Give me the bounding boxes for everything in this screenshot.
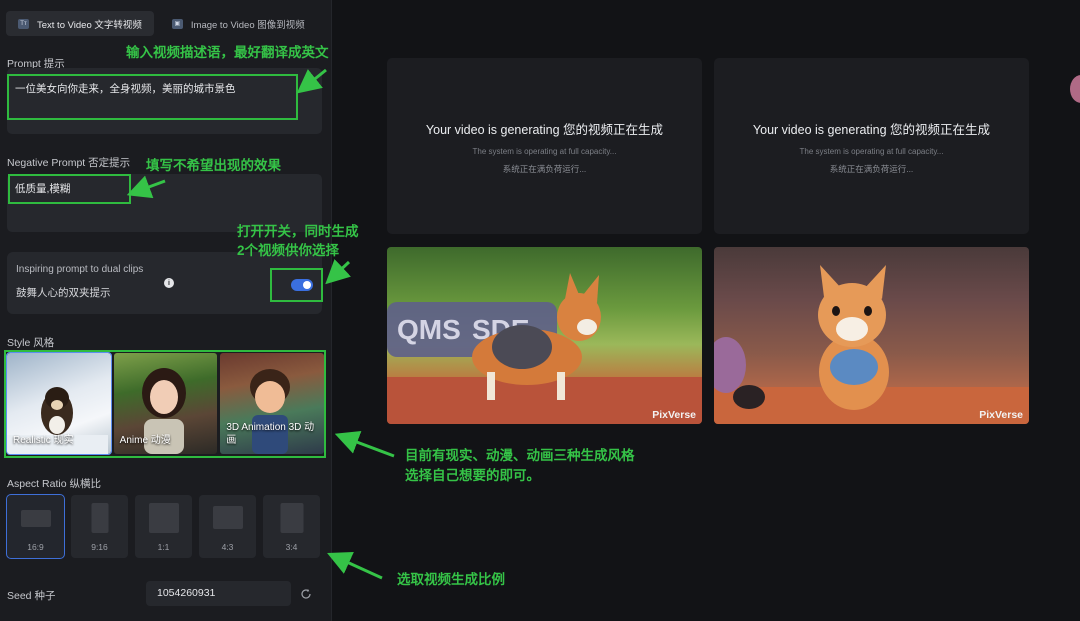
annotation-arrows [126,68,395,580]
